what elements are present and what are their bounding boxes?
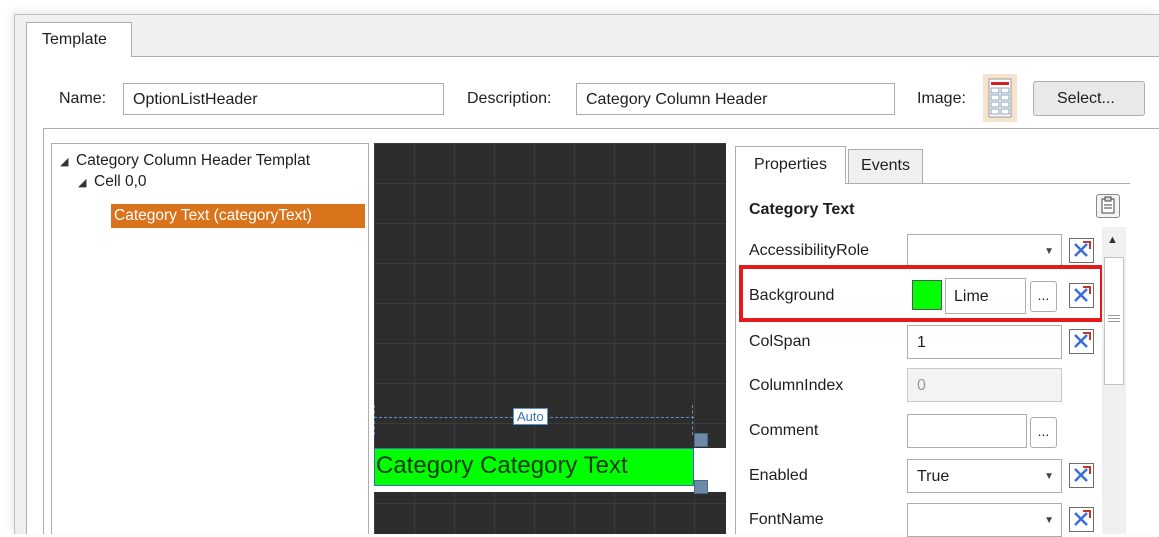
- scroll-up-icon[interactable]: ▲: [1107, 234, 1118, 246]
- template-tree: [51, 143, 369, 534]
- tree-root-node[interactable]: ◢ Category Column Header Templat: [60, 152, 310, 170]
- prop-value-comment[interactable]: [907, 414, 1027, 448]
- description-label: Description:: [467, 90, 552, 107]
- name-label: Name:: [59, 90, 107, 107]
- description-field[interactable]: Category Column Header: [576, 83, 895, 115]
- comment-ellipsis-button[interactable]: ...: [1030, 417, 1057, 448]
- tree-cell-label: Cell 0,0: [94, 173, 147, 190]
- prop-value-columnindex: 0: [907, 368, 1062, 402]
- reset-property-icon[interactable]: [1069, 238, 1094, 263]
- tree-root-label: Category Column Header Templat: [76, 152, 311, 169]
- dropdown-arrow-icon: ▼: [1044, 515, 1054, 526]
- prop-label-enabled: Enabled: [749, 467, 808, 484]
- tree-selected-node[interactable]: Category Text (categoryText): [111, 204, 365, 228]
- background-highlight-box: [739, 265, 1104, 322]
- tab-template[interactable]: Template: [26, 22, 132, 57]
- resize-handle-top-right[interactable]: [694, 433, 708, 447]
- name-field[interactable]: OptionListHeader: [123, 83, 444, 115]
- prop-value-enabled[interactable]: True ▼: [907, 459, 1062, 493]
- dropdown-arrow-icon: ▼: [1044, 246, 1054, 257]
- reset-property-icon[interactable]: [1069, 507, 1094, 532]
- prop-label-accessibilityrole: AccessibilityRole: [749, 242, 870, 259]
- tab-events[interactable]: Events: [848, 149, 923, 183]
- select-image-button[interactable]: Select...: [1033, 81, 1145, 116]
- prop-label-comment: Comment: [749, 422, 819, 439]
- category-text-element[interactable]: Category Category Text: [374, 448, 694, 486]
- column-guide-left: [374, 405, 375, 435]
- properties-heading: Category Text: [749, 201, 855, 218]
- expand-arrow-icon[interactable]: ◢: [60, 155, 76, 168]
- thumb-grip-icon: [1108, 315, 1120, 324]
- reset-property-icon[interactable]: [1069, 329, 1094, 354]
- prop-value-fontname[interactable]: ▼: [907, 503, 1062, 537]
- reset-property-icon[interactable]: [1069, 463, 1094, 488]
- prop-value-accessibilityrole[interactable]: ▼: [907, 234, 1062, 268]
- tree-cell-node[interactable]: ◢ Cell 0,0: [78, 173, 147, 191]
- prop-label-fontname: FontName: [749, 511, 824, 528]
- property-pages-icon: [1101, 196, 1115, 214]
- resize-handle-bottom-right[interactable]: [694, 480, 708, 494]
- prop-label-colspan: ColSpan: [749, 333, 811, 350]
- tab-properties[interactable]: Properties: [735, 146, 846, 184]
- prop-value-colspan[interactable]: 1: [907, 325, 1062, 359]
- expand-arrow-icon[interactable]: ◢: [78, 176, 94, 189]
- image-thumbnail-icon: [983, 74, 1017, 122]
- column-guide-right: [692, 405, 693, 435]
- prop-label-columnindex: ColumnIndex: [749, 377, 844, 394]
- dropdown-arrow-icon: ▼: [1044, 471, 1054, 482]
- image-label: Image:: [917, 90, 966, 107]
- auto-size-tag[interactable]: Auto: [513, 408, 548, 425]
- property-pages-button[interactable]: [1096, 194, 1120, 218]
